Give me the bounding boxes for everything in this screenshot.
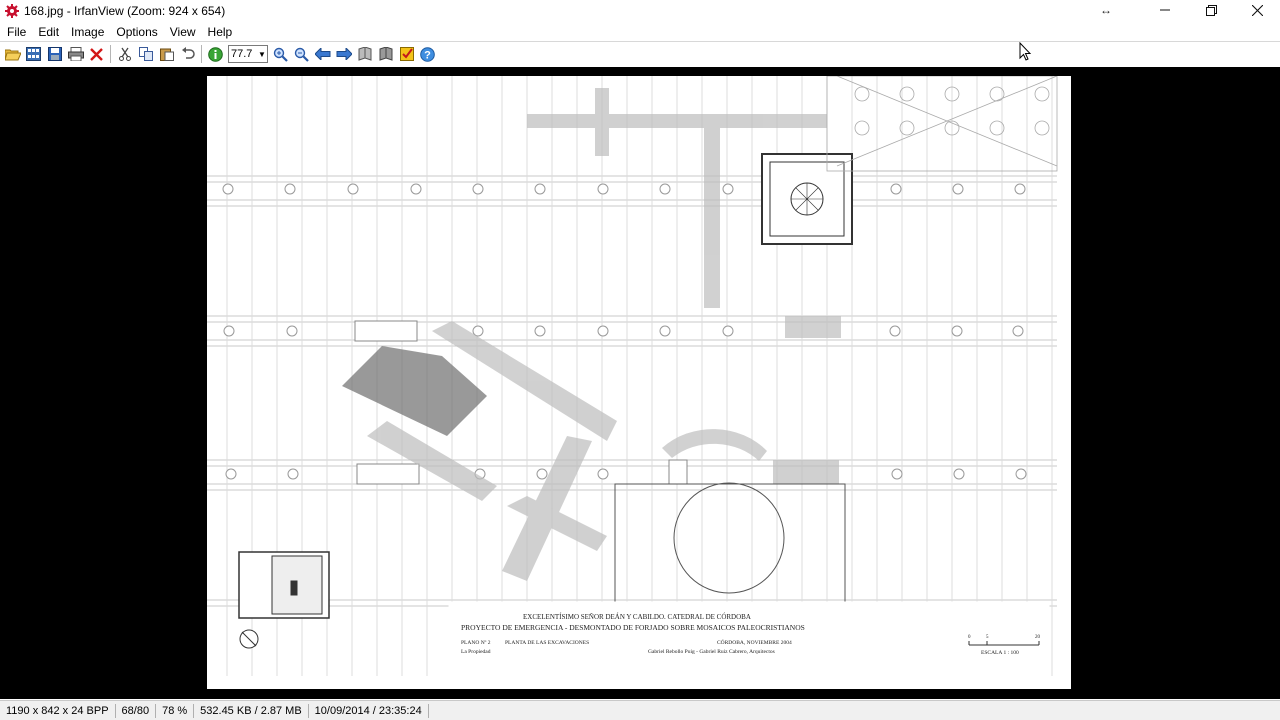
title-block-line2: PROYECTO DE EMERGENCIA - DESMONTADO DE F… — [461, 623, 805, 632]
delete-icon[interactable] — [86, 44, 107, 64]
resize-arrows-icon: ↔ — [1100, 3, 1112, 17]
status-index: 68/80 — [116, 703, 157, 718]
menu-options[interactable]: Options — [110, 25, 163, 39]
toolbar-separator — [110, 45, 111, 63]
irfanview-app-icon[interactable] — [4, 3, 20, 19]
window-title: 168.jpg - IrfanView (Zoom: 924 x 654) — [24, 4, 226, 18]
status-zoom: 78 % — [156, 703, 195, 718]
paste-icon[interactable] — [156, 44, 177, 64]
status-size: 532.45 KB / 2.87 MB — [194, 703, 309, 718]
excavation-block — [342, 346, 487, 436]
title-block-line1: EXCELENTÍSIMO SEÑOR DEÁN Y CABILDO. CATE… — [523, 613, 751, 621]
title-bar: 168.jpg - IrfanView (Zoom: 924 x 654) ↔ — [0, 0, 1280, 22]
svg-text:?: ? — [424, 49, 431, 61]
close-button[interactable] — [1234, 0, 1280, 20]
title-block-architects: Gabriel Rebollo Puig - Gabriel Ruiz Cabr… — [648, 649, 775, 655]
menu-edit[interactable]: Edit — [32, 25, 65, 39]
status-dimensions: 1190 x 842 x 24 BPP — [0, 703, 116, 718]
scale-tick-20: 20 — [1035, 635, 1040, 640]
scale-label: ESCALA 1 : 100 — [981, 650, 1019, 656]
help-icon[interactable]: ? — [417, 44, 438, 64]
menu-view[interactable]: View — [164, 25, 202, 39]
properties-icon[interactable] — [396, 44, 417, 64]
architectural-plan-image: EXCELENTÍSIMO SEÑOR DEÁN Y CABILDO. CATE… — [207, 76, 1071, 689]
status-datetime: 10/09/2014 / 23:35:24 — [309, 703, 429, 718]
plan-drawing — [207, 76, 1058, 689]
open-folder-icon[interactable] — [2, 44, 23, 64]
copy-icon[interactable] — [135, 44, 156, 64]
mouse-cursor-icon — [1019, 41, 1033, 62]
zoom-combo[interactable]: 77.7 ▼ — [228, 45, 268, 63]
next-icon[interactable] — [333, 44, 354, 64]
zoom-value: 77.7 — [231, 48, 253, 60]
page-right-icon[interactable] — [375, 44, 396, 64]
page-left-icon[interactable] — [354, 44, 375, 64]
scale-tick-0: 0 — [968, 635, 971, 640]
toolbar: 77.7 ▼ ? — [0, 41, 1280, 66]
image-viewer[interactable]: EXCELENTÍSIMO SEÑOR DEÁN Y CABILDO. CATE… — [0, 67, 1280, 699]
menu-bar: File Edit Image Options View Help — [0, 22, 1280, 41]
thumbnails-icon[interactable] — [23, 44, 44, 64]
chevron-down-icon: ▼ — [258, 49, 266, 59]
title-block-owner: La Propiedad — [461, 649, 491, 655]
save-icon[interactable] — [44, 44, 65, 64]
previous-icon[interactable] — [312, 44, 333, 64]
scale-tick-5: 5 — [986, 635, 989, 640]
title-block-plano-title: PLANTA DE LAS EXCAVACIONES — [505, 640, 590, 646]
title-block-plano: PLANO Nº 2 — [461, 640, 491, 646]
print-icon[interactable] — [65, 44, 86, 64]
minimize-button[interactable] — [1142, 0, 1188, 20]
status-bar: 1190 x 842 x 24 BPP 68/80 78 % 532.45 KB… — [0, 700, 1280, 720]
menu-image[interactable]: Image — [65, 25, 110, 39]
toolbar-separator — [201, 45, 202, 63]
info-icon[interactable] — [205, 44, 226, 64]
menu-file[interactable]: File — [0, 25, 32, 39]
restore-button[interactable] — [1188, 0, 1234, 20]
zoom-out-icon[interactable] — [291, 44, 312, 64]
cut-icon[interactable] — [114, 44, 135, 64]
zoom-in-icon[interactable] — [270, 44, 291, 64]
undo-icon[interactable] — [177, 44, 198, 64]
menu-help[interactable]: Help — [202, 25, 239, 39]
title-block-date: CÓRDOBA, NOVIEMBRE 2004 — [717, 640, 792, 646]
